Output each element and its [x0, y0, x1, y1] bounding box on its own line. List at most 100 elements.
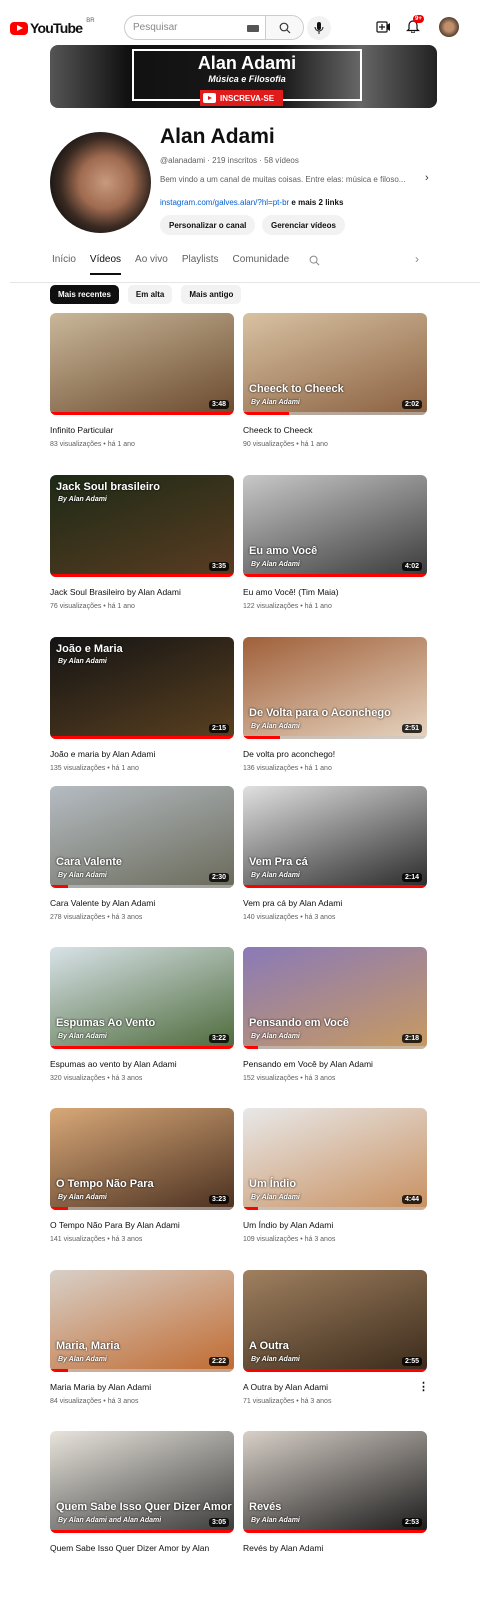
video-title[interactable]: Eu amo Você! (Tim Maia) — [243, 587, 427, 597]
tabs-scroll-right-icon[interactable]: › — [415, 252, 419, 266]
video-title[interactable]: Vem pra cá by Alan Adami — [243, 898, 427, 908]
chip-mais-antigo[interactable]: Mais antigo — [181, 285, 242, 304]
watch-progress-bar — [50, 885, 69, 888]
thumbnail-overlay-byline: By Alan Adami — [251, 561, 300, 568]
video-thumbnail[interactable]: Cheeck to Cheeck By Alan Adami 2:02 — [243, 313, 427, 415]
video-duration: 2:14 — [401, 873, 422, 882]
video-thumbnail[interactable]: A Outra By Alan Adami 2:55 — [243, 1270, 427, 1372]
video-meta: 71 visualizações • há 3 anos — [243, 1398, 332, 1405]
video-card[interactable]: 3:48 Infinito Particular 83 visualizaçõe… — [50, 313, 234, 448]
notifications-button[interactable]: 9+ — [406, 15, 424, 38]
thumbnail-overlay-byline: By Alan Adami — [251, 872, 300, 879]
video-thumbnail[interactable]: Pensando em Você By Alan Adami 2:18 — [243, 947, 427, 1049]
video-thumbnail[interactable]: Jack Soul brasileiro By Alan Adami 3:35 — [50, 475, 234, 577]
video-title[interactable]: Quem Sabe Isso Quer Dizer Amor by Alan — [50, 1543, 234, 1553]
chevron-right-icon[interactable]: › — [425, 172, 429, 184]
channel-meta: @alanadami · 219 inscritos · 58 vídeos — [160, 156, 299, 165]
video-card[interactable]: Espumas Ao Vento By Alan Adami 3:22 Espu… — [50, 947, 234, 1082]
video-title[interactable]: Infinito Particular — [50, 425, 234, 435]
video-title[interactable]: A Outra by Alan Adami — [243, 1382, 427, 1392]
more-options-icon[interactable]: ⋮ — [418, 1380, 429, 1393]
thumbnail-overlay-byline: By Alan Adami — [251, 399, 300, 406]
video-meta: 152 visualizações • há 3 anos — [243, 1075, 336, 1082]
tab-playlists[interactable]: Playlists — [182, 254, 219, 275]
channel-description[interactable]: Bem vindo a um canal de muitas coisas. E… — [160, 175, 405, 184]
video-thumbnail[interactable]: Um Índio By Alan Adami 4:44 — [243, 1108, 427, 1210]
video-duration: 4:02 — [401, 562, 422, 571]
video-duration: 3:22 — [208, 1034, 229, 1043]
video-card[interactable]: A Outra By Alan Adami 2:55 A Outra by Al… — [243, 1270, 429, 1405]
thumbnail-overlay-title: O Tempo Não Para — [56, 1178, 154, 1190]
video-thumbnail[interactable]: Maria, Maria By Alan Adami 2:22 — [50, 1270, 234, 1372]
video-card[interactable]: Eu amo Você By Alan Adami 4:02 Eu amo Vo… — [243, 475, 427, 610]
youtube-logo[interactable]: YouTube BR — [10, 18, 95, 36]
search-bar[interactable]: Pesquisar — [124, 15, 304, 40]
video-title[interactable]: Pensando em Você by Alan Adami — [243, 1059, 427, 1069]
video-title[interactable]: O Tempo Não Para By Alan Adami — [50, 1220, 234, 1230]
video-card[interactable]: Jack Soul brasileiro By Alan Adami 3:35 … — [50, 475, 234, 610]
video-title[interactable]: Revés by Alan Adami — [243, 1543, 427, 1553]
video-thumbnail[interactable]: Cara Valente By Alan Adami 2:30 — [50, 786, 234, 888]
video-meta: 141 visualizações • há 3 anos — [50, 1236, 143, 1243]
video-thumbnail[interactable]: Revés By Alan Adami 2:53 — [243, 1431, 427, 1533]
video-thumbnail[interactable]: João e Maria By Alan Adami 2:15 — [50, 637, 234, 739]
video-title[interactable]: Cara Valente by Alan Adami — [50, 898, 234, 908]
tab-comunidade[interactable]: Comunidade — [233, 254, 290, 275]
video-card[interactable]: Cheeck to Cheeck By Alan Adami 2:02 Chee… — [243, 313, 427, 448]
microphone-icon — [314, 22, 324, 34]
video-title[interactable]: De volta pro aconchego! — [243, 749, 427, 759]
video-title[interactable]: João e maria by Alan Adami — [50, 749, 234, 759]
video-thumbnail[interactable]: De Volta para o Aconchego By Alan Adami … — [243, 637, 427, 739]
video-card[interactable]: Vem Pra cá By Alan Adami 2:14 Vem pra cá… — [243, 786, 427, 921]
thumbnail-overlay-title: Um Índio — [249, 1178, 297, 1190]
video-thumbnail[interactable]: O Tempo Não Para By Alan Adami 3:23 — [50, 1108, 234, 1210]
video-card[interactable]: Maria, Maria By Alan Adami 2:22 Maria Ma… — [50, 1270, 234, 1405]
search-button[interactable] — [265, 16, 303, 39]
video-thumbnail[interactable]: Espumas Ao Vento By Alan Adami 3:22 — [50, 947, 234, 1049]
video-title[interactable]: Um Índio by Alan Adami — [243, 1220, 427, 1230]
channel-search-icon[interactable] — [309, 255, 320, 266]
video-thumbnail[interactable]: Eu amo Você By Alan Adami 4:02 — [243, 475, 427, 577]
tab-videos[interactable]: Vídeos — [89, 254, 122, 275]
search-input[interactable]: Pesquisar — [125, 16, 265, 39]
tab-inicio[interactable]: Início — [52, 254, 76, 275]
video-card[interactable]: João e Maria By Alan Adami 2:15 João e m… — [50, 637, 234, 772]
tab-ao-vivo[interactable]: Ao vivo — [135, 254, 168, 275]
video-meta: 136 visualizações • há 1 ano — [243, 765, 332, 772]
video-card[interactable]: De Volta para o Aconchego By Alan Adami … — [243, 637, 427, 772]
watch-progress-bar — [243, 574, 427, 577]
thumbnail-overlay-title: Revés — [249, 1501, 282, 1513]
video-thumbnail[interactable]: Quem Sabe Isso Quer Dizer Amor By Alan A… — [50, 1431, 234, 1533]
more-links[interactable]: e mais 2 links — [289, 198, 343, 207]
manage-videos-button[interactable]: Gerenciar vídeos — [262, 215, 345, 235]
video-title[interactable]: Jack Soul Brasileiro by Alan Adami — [50, 587, 234, 597]
video-thumbnail[interactable]: 3:48 — [50, 313, 234, 415]
voice-search-button[interactable] — [307, 16, 331, 40]
watch-progress-bar — [50, 736, 234, 739]
watch-progress-bar — [243, 1207, 258, 1210]
watch-progress-track — [50, 885, 234, 888]
create-video-icon[interactable] — [376, 21, 390, 33]
video-card[interactable]: Pensando em Você By Alan Adami 2:18 Pens… — [243, 947, 427, 1082]
instagram-link[interactable]: instagram.com/galves.alan/?hl=pt-br — [160, 198, 289, 207]
video-card[interactable]: Revés By Alan Adami 2:53 Revés by Alan A… — [243, 1431, 427, 1559]
sort-chips: Mais recentes Em alta Mais antigo — [50, 285, 242, 304]
thumbnail-overlay-byline: By Alan Adami — [251, 723, 300, 730]
customize-channel-button[interactable]: Personalizar o canal — [160, 215, 256, 235]
video-card[interactable]: O Tempo Não Para By Alan Adami 3:23 O Te… — [50, 1108, 234, 1243]
video-card[interactable]: Cara Valente By Alan Adami 2:30 Cara Val… — [50, 786, 234, 921]
channel-name: Alan Adami — [160, 125, 275, 148]
video-thumbnail[interactable]: Vem Pra cá By Alan Adami 2:14 — [243, 786, 427, 888]
chip-mais-recentes[interactable]: Mais recentes — [50, 285, 119, 304]
account-avatar[interactable] — [439, 17, 459, 37]
video-card[interactable]: Um Índio By Alan Adami 4:44 Um Índio by … — [243, 1108, 427, 1243]
thumbnail-overlay-byline: By Alan Adami — [58, 1194, 107, 1201]
thumbnail-overlay-byline: By Alan Adami — [251, 1517, 300, 1524]
video-title[interactable]: Espumas ao vento by Alan Adami — [50, 1059, 234, 1069]
chip-em-alta[interactable]: Em alta — [127, 285, 173, 304]
video-title[interactable]: Cheeck to Cheeck — [243, 425, 427, 435]
keyboard-icon[interactable] — [247, 25, 259, 32]
video-card[interactable]: Quem Sabe Isso Quer Dizer Amor By Alan A… — [50, 1431, 234, 1559]
video-title[interactable]: Maria Maria by Alan Adami — [50, 1382, 234, 1392]
watch-progress-bar — [243, 1046, 258, 1049]
